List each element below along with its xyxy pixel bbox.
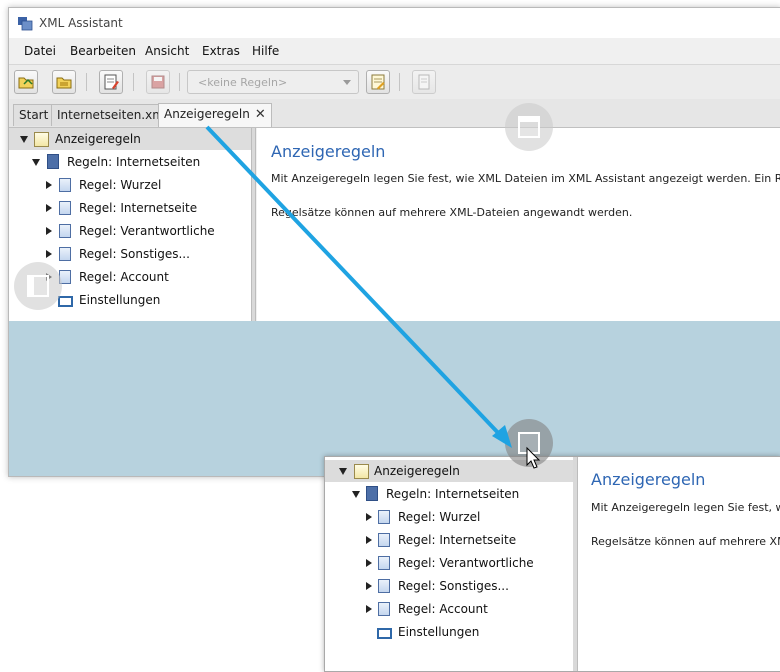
drag-arrow bbox=[205, 125, 541, 469]
drag-arrow-line bbox=[205, 125, 505, 440]
mouse-cursor-icon bbox=[526, 446, 541, 469]
